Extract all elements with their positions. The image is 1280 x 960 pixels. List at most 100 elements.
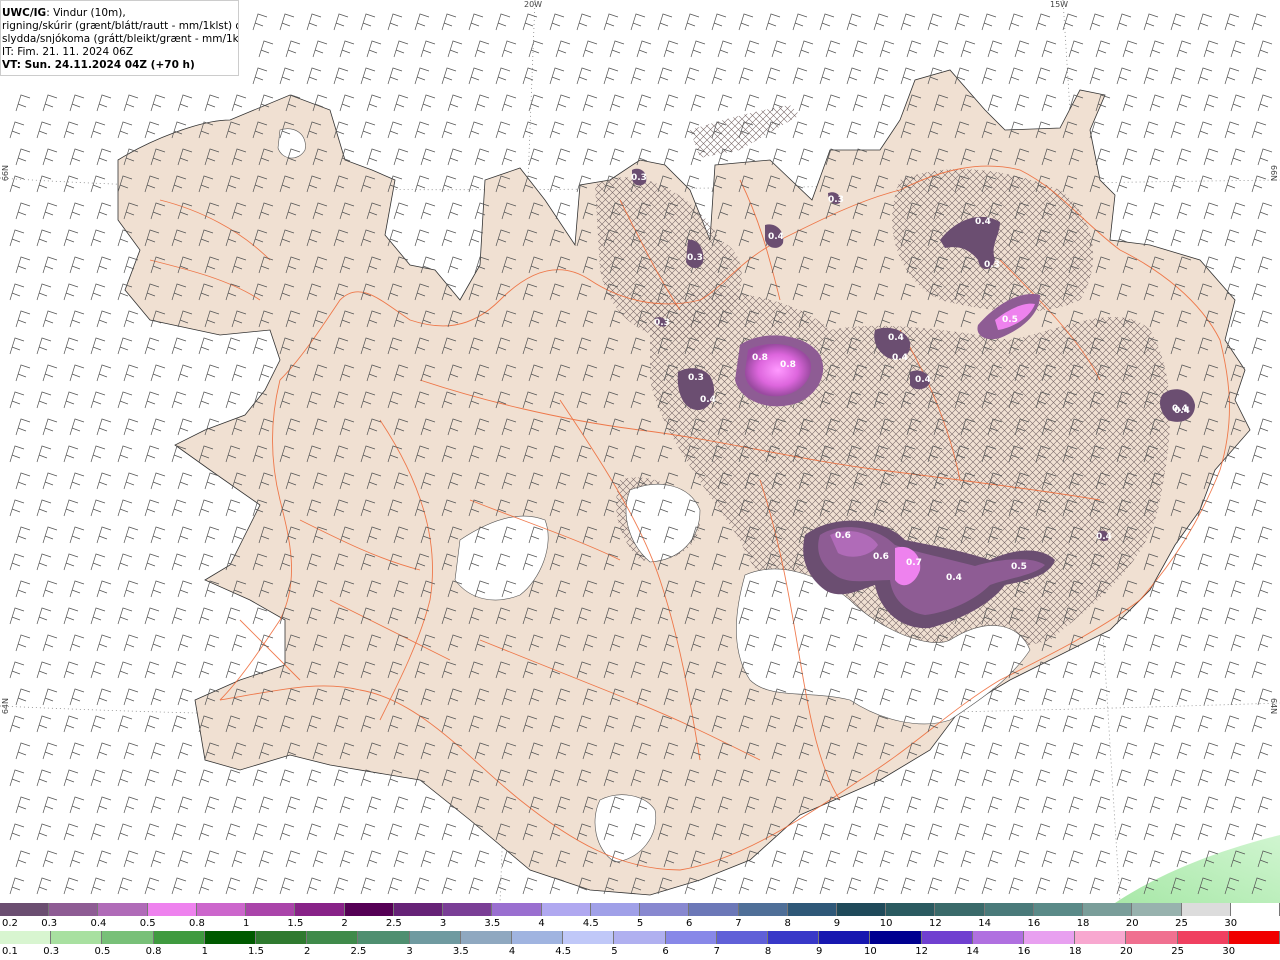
legend-swatch [492, 903, 542, 916]
legend-label: 10 [879, 918, 893, 929]
legend-swatch [147, 903, 197, 916]
legend-swatch [614, 931, 666, 944]
snow-legend-labels: 0.2 0.3 0.4 0.5 0.8 1 1.5 2 2.5 3 3.5 4 4.5 5 6 7 8 9 10 12… [0, 918, 1280, 931]
legend-label: 18 [1068, 946, 1082, 957]
legend-label: 9 [833, 918, 841, 929]
legend-label: 2.5 [350, 946, 367, 957]
legend-label: 5 [611, 946, 618, 957]
legend-swatch [935, 903, 985, 916]
precip-label: 0.4 [768, 232, 784, 242]
latitude-label-66n-right: 66N [1269, 165, 1278, 182]
latitude-label-64n-right: 64N [1269, 698, 1278, 715]
legend-label: 16 [1027, 918, 1041, 929]
legend-swatch [460, 931, 513, 944]
legend-label: 3 [406, 946, 413, 957]
precip-label: 0.4 [915, 375, 931, 385]
legend-label: 12 [915, 946, 928, 957]
legend-label: 3.5 [452, 946, 469, 957]
legend-label: 18 [1076, 918, 1090, 929]
legend-swatch [1177, 931, 1229, 944]
legend-label: 4.5 [555, 946, 572, 957]
valid-time: VT: Sun. 24.11.2024 04Z (+70 h) [2, 59, 195, 71]
legend-swatch [886, 903, 936, 916]
legend-swatch [972, 931, 1025, 944]
precip-label: 0.6 [873, 552, 889, 562]
legend-swatch [307, 931, 359, 944]
precip-label: 0.4 [975, 217, 991, 227]
rain-description: rigning/skúrir (grænt/blátt/rautt - mm/1… [2, 20, 239, 32]
legend-label: 5 [636, 918, 644, 929]
legend-label: 14 [978, 918, 991, 929]
precip-label: 0.5 [1002, 315, 1018, 325]
product-description: : Vindur (10m), [46, 7, 126, 19]
legend-swatch [358, 931, 410, 944]
legend-swatch [689, 903, 739, 916]
precip-label: 0.4 [892, 353, 908, 363]
precip-label: 0.6 [835, 531, 851, 541]
legend-swatch [787, 903, 837, 916]
legend-label: 0.2 [2, 918, 18, 929]
legend-swatch [344, 903, 394, 916]
legend-swatch [716, 931, 769, 944]
legend-swatch [563, 931, 615, 944]
legend-swatch [204, 931, 257, 944]
legend-label: 0.5 [94, 946, 111, 957]
legend-label: 30 [1224, 918, 1238, 929]
precip-label: 0.4 [946, 573, 962, 583]
product-code: UWC/IG [2, 7, 47, 19]
weather-map: 0.3 0.4 0.3 0.4 0.3 0.4 0.3 0.4 0.8 0.8 … [0, 0, 1280, 960]
precip-label: 0.4 [888, 333, 904, 343]
legend-label: 20 [1120, 946, 1133, 957]
legend-swatch [196, 903, 247, 916]
legend-swatch [512, 931, 564, 944]
legend-label: 7 [713, 946, 720, 957]
legend-swatch [870, 931, 922, 944]
legend-swatch [0, 931, 52, 944]
legend-label: 1 [201, 946, 208, 957]
snow-legend-bar [0, 903, 1280, 916]
legend-swatch [738, 903, 788, 916]
precip-label: 0.3 [828, 195, 844, 205]
legend-swatch [590, 903, 641, 916]
legend-swatch [819, 931, 871, 944]
legend-label: 0.8 [145, 946, 162, 957]
legend-label: 6 [662, 946, 669, 957]
legend-swatch [1230, 903, 1280, 916]
legend-label: 3.5 [484, 918, 501, 929]
legend-swatch [541, 903, 591, 916]
legend-label: 0.3 [41, 918, 58, 929]
legend-label: 25 [1175, 918, 1188, 929]
legend-label: 8 [764, 946, 772, 957]
legend-swatch [768, 931, 820, 944]
precip-label: 0.3 [654, 318, 670, 328]
legend-swatch [640, 903, 690, 916]
legend-swatch [153, 931, 205, 944]
legend-swatch [1228, 931, 1280, 944]
legend-swatch [409, 931, 461, 944]
legend-label: 1.5 [248, 946, 264, 957]
legend-label: 30 [1222, 946, 1236, 957]
legend-swatch [665, 931, 717, 944]
legend-label: 3 [439, 918, 447, 929]
legend-label: 4 [538, 918, 545, 929]
legend-swatch [393, 903, 444, 916]
precip-label: 0.3 [984, 260, 1000, 270]
precip-label: 0.4 [1172, 404, 1188, 414]
legend-label: 2.5 [385, 918, 402, 929]
legend-label: 4.5 [582, 918, 599, 929]
latitude-label-66n-left: 66N [1, 165, 10, 182]
legend-swatch [1181, 903, 1231, 916]
legend-label: 8 [784, 918, 791, 929]
legend-swatch [443, 903, 493, 916]
longitude-label-20w: 20W [524, 0, 543, 9]
legend-label: 20 [1125, 918, 1139, 929]
latitude-label-64n-left: 64N [1, 698, 10, 715]
legend-label: 2 [304, 946, 311, 957]
legend-label: 2 [341, 918, 348, 929]
map-canvas: 0.3 0.4 0.3 0.4 0.3 0.4 0.3 0.4 0.8 0.8 … [0, 0, 1280, 904]
rain-legend-bar [0, 931, 1280, 944]
precip-label: 0.5 [1011, 562, 1027, 572]
precip-label: 0.8 [752, 353, 768, 363]
precip-label: 0.3 [688, 373, 704, 383]
precip-label: 0.8 [780, 360, 796, 370]
